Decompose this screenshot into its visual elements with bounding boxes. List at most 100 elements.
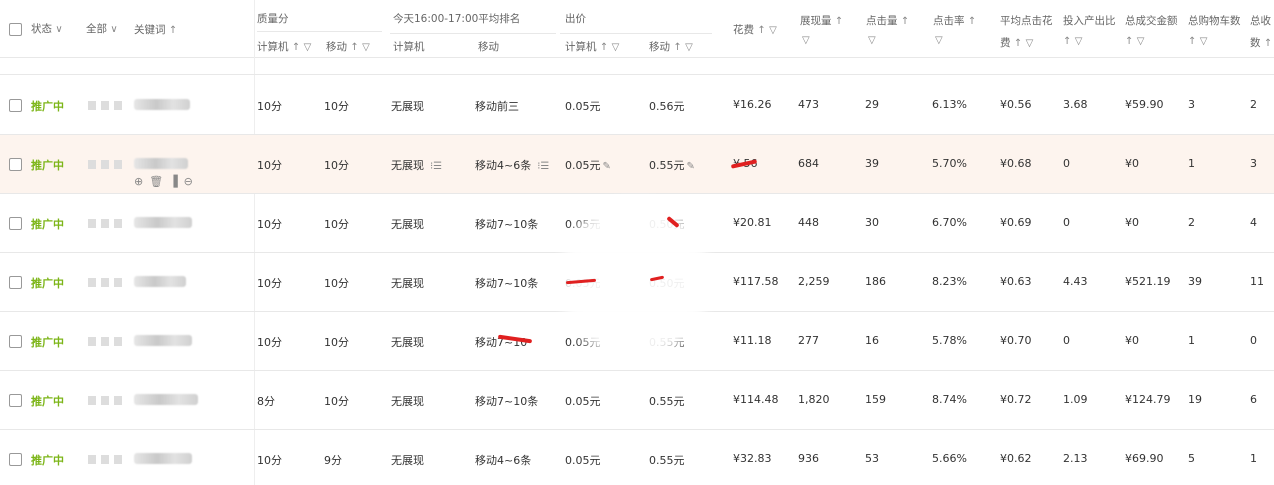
filter-icon[interactable]: ▽ [935, 35, 943, 46]
row-checkbox[interactable] [9, 276, 22, 289]
gmv-header-icons[interactable]: ↑ ▽ [1125, 35, 1144, 47]
keyword-header[interactable]: 关键词 ↑ [134, 22, 177, 37]
trash-icon[interactable]: 🗑 [149, 175, 169, 188]
row-checkbox[interactable] [9, 217, 22, 230]
ctr-cell: 8.23% [932, 275, 967, 288]
all-filter-header[interactable]: 全部 ∨ [86, 21, 118, 36]
cart-cell: 3 [1188, 98, 1195, 111]
impressions-cell: 277 [798, 334, 819, 347]
table-row[interactable]: 推广中 8分 10分 无展现 移动7~10条 0.05元 0.55元 ¥114.48 1,820… [0, 371, 1274, 430]
bid-pc-cell: 0.05元 [565, 98, 601, 114]
impressions-cell-value: 1,820 [798, 393, 830, 406]
redacted-keyword[interactable] [134, 99, 190, 110]
fav-cell: 0 [1250, 334, 1257, 347]
quality-pc-cell: 10分 [257, 98, 282, 114]
rank-pc-cell-value: 无展现 [391, 100, 424, 113]
filter-icon[interactable]: ▽ [1026, 38, 1034, 49]
avg-cpc-header[interactable]: 平均点击花 [1000, 13, 1053, 28]
redacted-keyword[interactable] [134, 394, 198, 405]
ctr-header[interactable]: 点击率 ↑ [933, 13, 976, 28]
rank-pc-cell: 无展现 ⁝☰ [391, 157, 442, 173]
rank-mobile-cell: 移动前三 [475, 98, 519, 114]
edit-icon[interactable]: ✎ [603, 161, 611, 172]
cost-cell: ¥114.48 [733, 393, 779, 406]
avg-cpc-header-line2[interactable]: 费 ↑ ▽ [1000, 35, 1033, 50]
rank-detail-icon[interactable]: ⁝☰ [430, 161, 442, 172]
ctr-cell-value: 5.70% [932, 157, 967, 170]
roi-cell: 3.68 [1063, 98, 1088, 111]
sort-icon: ↑ [291, 42, 301, 53]
clicks-cell-value: 53 [865, 452, 879, 465]
filter-icon[interactable]: ▽ [1200, 36, 1208, 47]
quality-pc-header[interactable]: 计算机 ↑ ▽ [257, 39, 311, 54]
cart-header-icons[interactable]: ↑ ▽ [1188, 35, 1207, 47]
header-divider [560, 33, 712, 34]
impressions-cell: 936 [798, 452, 819, 465]
fav-header[interactable]: 总收 [1250, 13, 1271, 28]
bid-mobile-cell: 0.55元 [649, 452, 685, 468]
select-all-checkbox[interactable] [9, 23, 22, 36]
row-checkbox[interactable] [9, 99, 22, 112]
roi-header-icons[interactable]: ↑ ▽ [1063, 35, 1082, 47]
cost-cell-value: ¥117.58 [733, 275, 779, 288]
filter-icon[interactable]: ▽ [1137, 36, 1145, 47]
status-badge: 推广中 [31, 100, 64, 113]
redacted-keyword[interactable] [134, 453, 192, 464]
cart-cell: 5 [1188, 452, 1195, 465]
clicks-cell: 186 [865, 275, 886, 288]
table-row[interactable]: 推广中10分10分无展现⁝☰移动4~6条⁝☰0.05元✎0.55元✎¥ 5668… [0, 135, 1274, 194]
cart-cell-value: 1 [1188, 334, 1195, 347]
filter-icon[interactable]: ▽ [612, 42, 620, 53]
target-icon[interactable]: ⊕ [134, 175, 149, 188]
fav-cell: 3 [1250, 157, 1257, 170]
report-chart-icon[interactable]: ▐ [169, 175, 183, 188]
filter-icon[interactable]: ▽ [769, 25, 777, 36]
rank-detail-icon[interactable]: ⁝☰ [537, 161, 549, 172]
sort-icon: ↑ [1013, 38, 1023, 49]
sort-icon: ↑ [757, 25, 766, 36]
row-checkbox[interactable] [9, 394, 22, 407]
impressions-header[interactable]: 展现量 ↑ [800, 13, 843, 28]
filter-icon[interactable]: ▽ [304, 42, 312, 53]
cart-cell-value: 1 [1188, 157, 1195, 170]
filter-icon[interactable]: ▽ [1075, 36, 1083, 47]
remove-icon[interactable]: ⊖ [184, 175, 199, 188]
filter-icon[interactable]: ▽ [362, 42, 370, 53]
cart-header[interactable]: 总购物车数 [1188, 13, 1241, 28]
cost-header[interactable]: 花费 ↑ ▽ [733, 22, 777, 37]
avg-cpc-cell-value: ¥0.56 [1000, 98, 1032, 111]
ctr-cell: 5.78% [932, 334, 967, 347]
fav-header-line2[interactable]: 数 ↑ [1250, 35, 1272, 50]
ctr-cell-value: 8.74% [932, 393, 967, 406]
row-checkbox[interactable] [9, 335, 22, 348]
cart-cell-value: 39 [1188, 275, 1202, 288]
gmv-cell: ¥0 [1125, 157, 1139, 170]
bid-mobile-header[interactable]: 移动 ↑ ▽ [649, 39, 693, 54]
roi-cell: 1.09 [1063, 393, 1088, 406]
rank-mobile-cell: 移动7~10条 [475, 216, 538, 232]
chevron-down-icon: ∨ [110, 24, 118, 35]
quality-mobile-header[interactable]: 移动 ↑ ▽ [326, 39, 370, 54]
roi-header[interactable]: 投入产出比 [1063, 13, 1116, 28]
redacted-keyword[interactable] [134, 217, 192, 228]
table-row[interactable]: 推广中 10分 10分 无展现 移动前三 0.05元 0.56元 ¥16.26 473 29 6.1… [0, 76, 1274, 135]
redacted-keyword[interactable] [134, 276, 186, 287]
edit-icon[interactable]: ✎ [687, 161, 695, 172]
redacted-id [88, 101, 126, 110]
cart-cell-value: 19 [1188, 393, 1202, 406]
sort-icon: ↑ [1125, 36, 1134, 47]
filter-icon[interactable]: ▽ [802, 35, 810, 46]
table-row[interactable]: 推广中 10分 9分 无展现 移动4~6条 0.05元 0.55元 ¥32.83 936 53 5.… [0, 430, 1274, 485]
redacted-keyword[interactable] [134, 335, 192, 346]
gmv-header[interactable]: 总成交金额 [1125, 13, 1178, 28]
bid-pc-header[interactable]: 计算机 ↑ ▽ [565, 39, 619, 54]
row-checkbox[interactable] [9, 158, 22, 171]
filter-icon[interactable]: ▽ [685, 42, 693, 53]
row-checkbox[interactable] [9, 453, 22, 466]
bid-pc-cell-value: 0.05元 [565, 159, 601, 172]
avg-cpc-cell: ¥0.63 [1000, 275, 1032, 288]
status-header[interactable]: 状态 ∨ [31, 21, 63, 36]
clicks-header[interactable]: 点击量 ↑ [866, 13, 909, 28]
redacted-keyword[interactable] [134, 158, 188, 169]
filter-icon[interactable]: ▽ [868, 35, 876, 46]
